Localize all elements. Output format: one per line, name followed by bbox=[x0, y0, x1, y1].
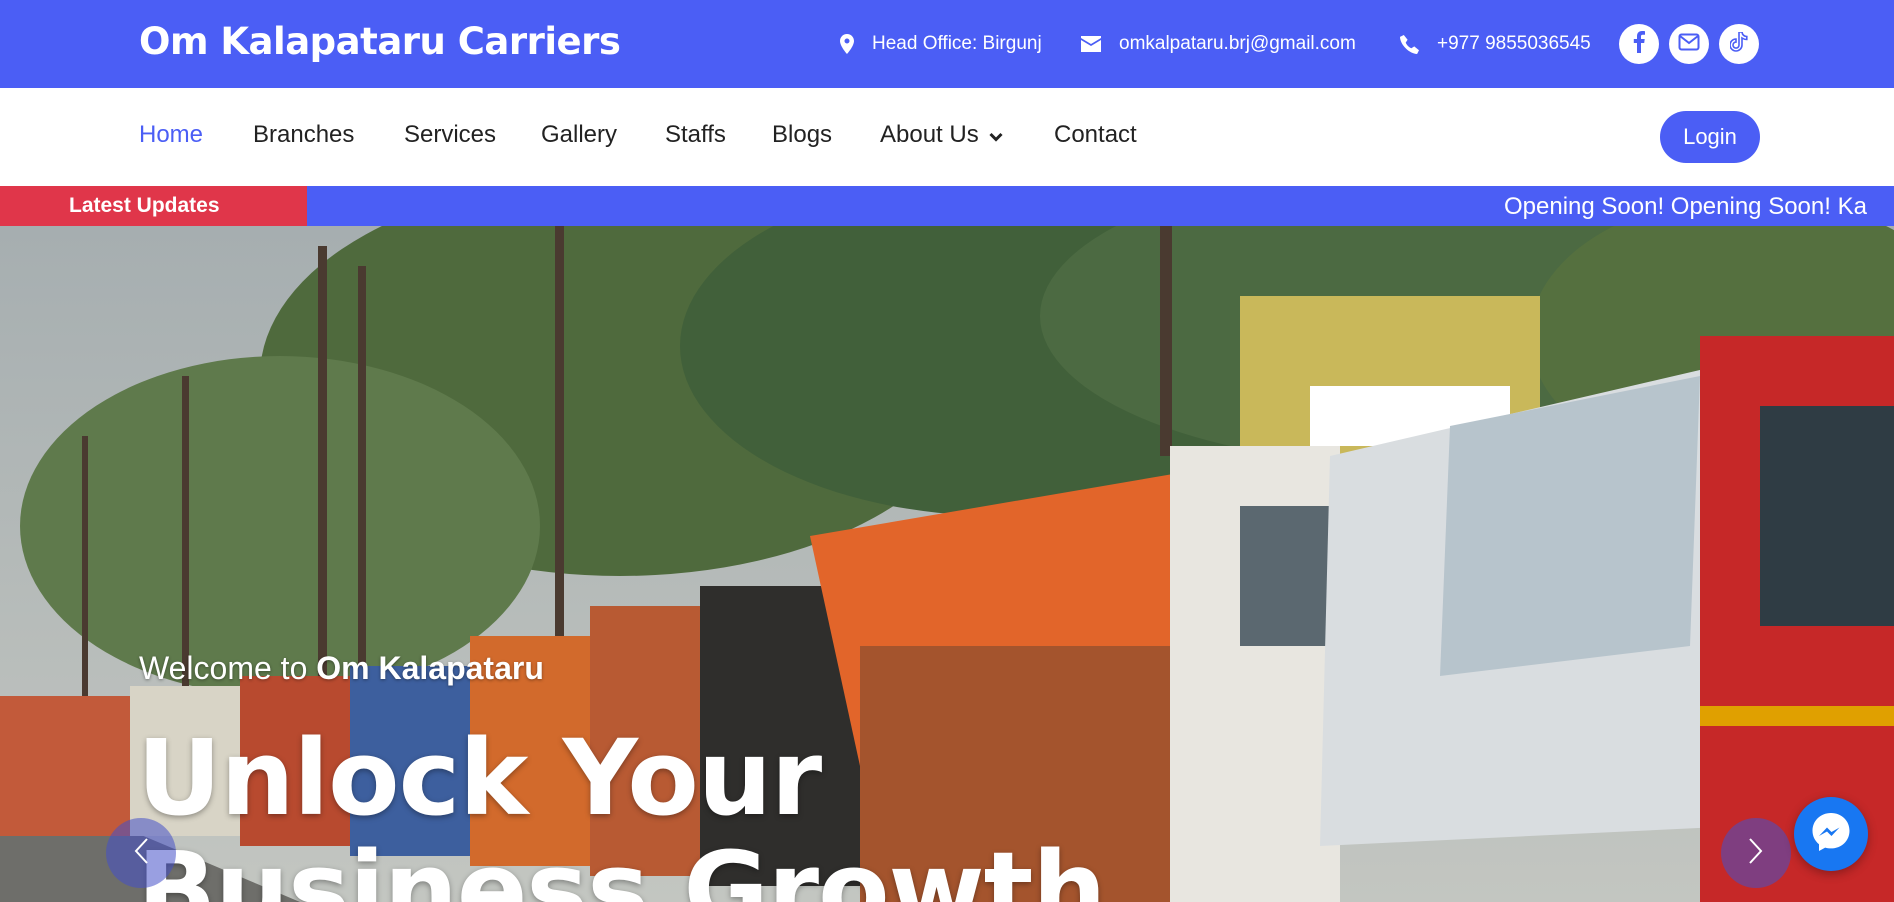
ticker-label: Latest Updates bbox=[0, 186, 307, 226]
chevron-right-icon bbox=[1748, 837, 1764, 870]
nav-branches[interactable]: Branches bbox=[253, 121, 354, 149]
mail-icon bbox=[1678, 33, 1700, 56]
facebook-icon bbox=[1633, 30, 1645, 58]
hero-welcome-text: Welcome to Om Kalapataru bbox=[139, 650, 544, 687]
chevron-left-icon bbox=[133, 837, 149, 870]
email-link[interactable] bbox=[1669, 24, 1709, 64]
messenger-icon bbox=[1809, 810, 1853, 859]
envelope-icon bbox=[1081, 36, 1101, 52]
nav-contact[interactable]: Contact bbox=[1054, 121, 1137, 149]
login-button[interactable]: Login bbox=[1660, 111, 1760, 163]
phone-icon bbox=[1400, 34, 1419, 54]
tiktok-icon bbox=[1729, 30, 1748, 57]
brand-name[interactable]: Om Kalapataru Carriers bbox=[139, 20, 621, 63]
hero-heading: Unlock Your Business Growth bbox=[137, 717, 1106, 902]
nav-home[interactable]: Home bbox=[139, 121, 203, 149]
nav-staffs[interactable]: Staffs bbox=[665, 121, 726, 149]
head-office-info: Head Office: Birgunj bbox=[840, 31, 1042, 57]
slider-prev-button[interactable] bbox=[106, 818, 176, 888]
email-text: omkalpataru.brj@gmail.com bbox=[1119, 33, 1356, 54]
slider-next-button[interactable] bbox=[1721, 818, 1791, 888]
location-pin-icon bbox=[840, 34, 854, 54]
news-ticker: Latest Updates Opening Soon! Opening Soo… bbox=[0, 186, 1894, 226]
chevron-down-icon bbox=[989, 121, 1003, 149]
nav-about-us[interactable]: About Us bbox=[880, 121, 1003, 149]
nav-about-us-label: About Us bbox=[880, 121, 979, 148]
hero-welcome-prefix: Welcome to bbox=[139, 650, 317, 686]
phone-text: +977 9855036545 bbox=[1437, 33, 1591, 54]
nav-gallery[interactable]: Gallery bbox=[541, 121, 617, 149]
head-office-text: Head Office: Birgunj bbox=[872, 33, 1042, 54]
nav-blogs[interactable]: Blogs bbox=[772, 121, 832, 149]
messenger-chat-button[interactable] bbox=[1794, 797, 1868, 871]
email-info[interactable]: omkalpataru.brj@gmail.com bbox=[1081, 31, 1356, 57]
hero-slider: Welcome to Om Kalapataru Unlock Your Bus… bbox=[0, 226, 1894, 902]
facebook-link[interactable] bbox=[1619, 24, 1659, 64]
tiktok-link[interactable] bbox=[1719, 24, 1759, 64]
ticker-text: Opening Soon! Opening Soon! Ka bbox=[1504, 193, 1867, 220]
hero-welcome-brand: Om Kalapataru bbox=[316, 650, 544, 686]
top-bar: Om Kalapataru Carriers Head Office: Birg… bbox=[0, 0, 1894, 88]
main-nav: Home Branches Services Gallery Staffs Bl… bbox=[0, 88, 1894, 186]
nav-services[interactable]: Services bbox=[404, 121, 496, 149]
phone-info[interactable]: +977 9855036545 bbox=[1400, 31, 1591, 57]
